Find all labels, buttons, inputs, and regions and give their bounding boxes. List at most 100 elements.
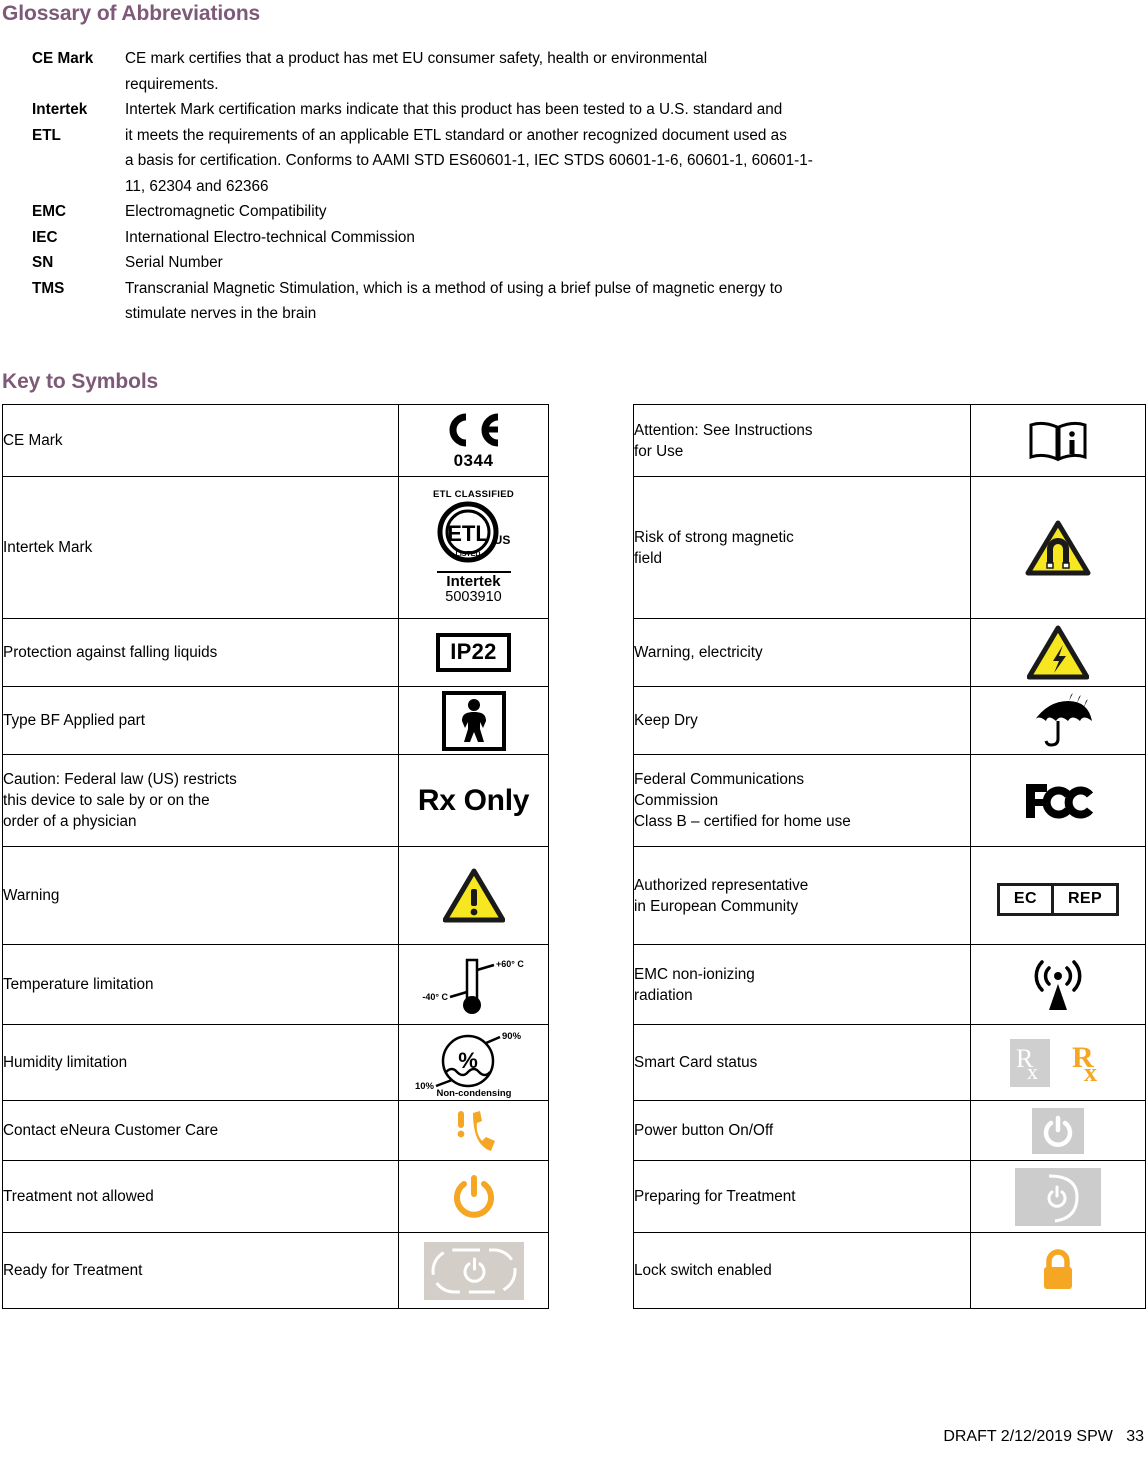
table-row: Ready for Treatment: [2, 1232, 549, 1309]
symbol-description: Caution: Federal law (US) restricts this…: [2, 754, 399, 847]
symbol-cell: [970, 1160, 1146, 1233]
preparing-treatment-icon: [971, 1167, 1145, 1226]
table-row: Risk of strong magnetic field: [633, 476, 1146, 619]
humidity-limitation-icon: % 90% 10% Non-condensing: [399, 1028, 548, 1098]
table-row: Temperature limitation +60° C -40° C: [2, 944, 549, 1025]
description-line: Power button On/Off: [634, 1122, 774, 1139]
description-line: Protection against falling liquids: [3, 644, 218, 661]
symbol-cell: [970, 1232, 1146, 1309]
glossary-definition: Intertek Mark certification marks indica…: [125, 97, 1146, 199]
temperature-low-label: -40° C: [422, 992, 448, 1002]
symbol-cell: [970, 1100, 1146, 1161]
ec-rep-icon: EC REP: [971, 875, 1145, 916]
table-row: Attention: See Instructions for Use: [633, 404, 1146, 477]
symbol-cell: EC REP: [970, 846, 1146, 945]
svg-text:US: US: [493, 533, 510, 547]
definition-line: requirements.: [125, 75, 219, 93]
symbol-cell: [970, 754, 1146, 847]
symbol-cell: [970, 404, 1146, 477]
keep-dry-umbrella-icon: [971, 692, 1145, 749]
symbol-description: Protection against falling liquids: [2, 618, 399, 687]
type-bf-applied-part-icon: [399, 690, 548, 751]
humidity-low-label: 10%: [414, 1081, 434, 1092]
definition-line: stimulate nerves in the brain: [125, 305, 317, 322]
definition-line: International Electro-technical Commissi…: [125, 228, 415, 246]
description-line: Warning: [3, 887, 60, 904]
symbol-description: Risk of strong magnetic field: [633, 476, 971, 619]
description-line: CE Mark: [3, 432, 63, 449]
description-line: in European Community: [634, 897, 799, 915]
symbol-description: Contact eNeura Customer Care: [2, 1100, 399, 1161]
ip-rating-code: IP22: [436, 633, 511, 672]
table-row: Type BF Applied part: [2, 686, 549, 755]
table-row: Protection against falling liquids IP22: [2, 618, 549, 687]
svg-text:x: x: [1027, 1059, 1038, 1083]
symbol-description: Power button On/Off: [633, 1100, 971, 1161]
symbol-cell: [970, 686, 1146, 755]
definition-line: CE mark certifies that a product has met…: [125, 50, 708, 67]
symbol-description: Federal Communications Commission Class …: [633, 754, 971, 847]
glossary-term: CE Mark: [32, 50, 94, 67]
symbol-description: Humidity limitation: [2, 1024, 399, 1101]
symbol-description: Type BF Applied part: [2, 686, 399, 755]
humidity-note-label: Non-condensing: [436, 1088, 511, 1098]
definition-line: Serial Number: [125, 254, 223, 271]
description-line: Commission: [634, 792, 719, 809]
glossary-entry: IEC International Electro-technical Comm…: [0, 225, 1146, 251]
smart-card-inactive-icon: R x: [1010, 1038, 1050, 1087]
intertek-wordmark: Intertek: [446, 572, 501, 590]
table-row: EMC non-ionizing radiation: [633, 944, 1146, 1025]
description-line: Preparing for Treatment: [634, 1188, 796, 1205]
glossary-definition: International Electro-technical Commissi…: [125, 225, 1146, 251]
symbol-cell: Rx Only: [398, 754, 549, 847]
description-line: radiation: [634, 986, 693, 1004]
description-line: Authorized representative: [634, 876, 809, 894]
table-row: Federal Communications Commission Class …: [633, 754, 1146, 847]
table-row: Power button On/Off: [633, 1100, 1146, 1161]
symbol-cell: +60° C -40° C: [398, 944, 549, 1025]
smart-card-active-icon: R x: [1070, 1041, 1106, 1087]
table-row: Contact eNeura Customer Care: [2, 1100, 549, 1161]
rx-only-text: Rx Only: [417, 783, 530, 817]
glossary-term: EMC: [32, 203, 66, 220]
symbol-description: Preparing for Treatment: [633, 1160, 971, 1233]
power-orange-icon: [399, 1173, 548, 1221]
rep-label: REP: [1067, 890, 1103, 907]
definition-line: Intertek Mark certification marks indica…: [125, 101, 783, 118]
glossary-list: CE Mark CE mark certifies that a product…: [0, 46, 1146, 327]
warning-triangle-icon: [399, 868, 548, 923]
description-line: EMC non-ionizing: [634, 965, 755, 983]
description-line: field: [634, 549, 663, 567]
symbol-description: Keep Dry: [633, 686, 971, 755]
svg-text:LISTED: LISTED: [455, 551, 480, 558]
description-line: Lock switch enabled: [634, 1262, 772, 1279]
symbol-cell: 0344: [398, 404, 549, 477]
glossary-entry: Intertek ETL Intertek Mark certification…: [0, 97, 1146, 199]
glossary-definition: Serial Number: [125, 250, 1146, 276]
electricity-warning-icon: [971, 625, 1145, 680]
fcc-icon: [971, 780, 1145, 822]
symbol-cell: [970, 944, 1146, 1025]
symbol-cell: [970, 618, 1146, 687]
magnetic-field-warning-icon: [971, 519, 1145, 577]
instructions-for-use-icon: [971, 419, 1145, 463]
glossary-term-line: ETL: [32, 126, 61, 144]
symbol-cell: [398, 846, 549, 945]
glossary-entry: EMC Electromagnetic Compatibility: [0, 199, 1146, 225]
description-line: for Use: [634, 442, 684, 460]
rx-only-icon: Rx Only: [399, 784, 548, 818]
description-line: Intertek Mark: [3, 539, 93, 556]
non-ionizing-radiation-icon: [971, 956, 1145, 1014]
symbol-description: Attention: See Instructions for Use: [633, 404, 971, 477]
definition-line: a basis for certification. Conforms to A…: [125, 152, 813, 169]
intertek-control-number: 5003910: [445, 588, 502, 605]
symbol-description: Warning: [2, 846, 399, 945]
table-row: CE Mark 0344: [2, 404, 549, 477]
svg-text:x: x: [1084, 1058, 1097, 1085]
temperature-limitation-icon: +60° C -40° C: [399, 952, 548, 1018]
table-row: Smart Card status R x R x: [633, 1024, 1146, 1101]
ready-treatment-button-icon: [399, 1241, 548, 1300]
temperature-high-label: +60° C: [496, 959, 524, 969]
description-line: Caution: Federal law (US) restricts: [3, 771, 237, 788]
ce-mark-icon: 0344: [399, 413, 548, 469]
